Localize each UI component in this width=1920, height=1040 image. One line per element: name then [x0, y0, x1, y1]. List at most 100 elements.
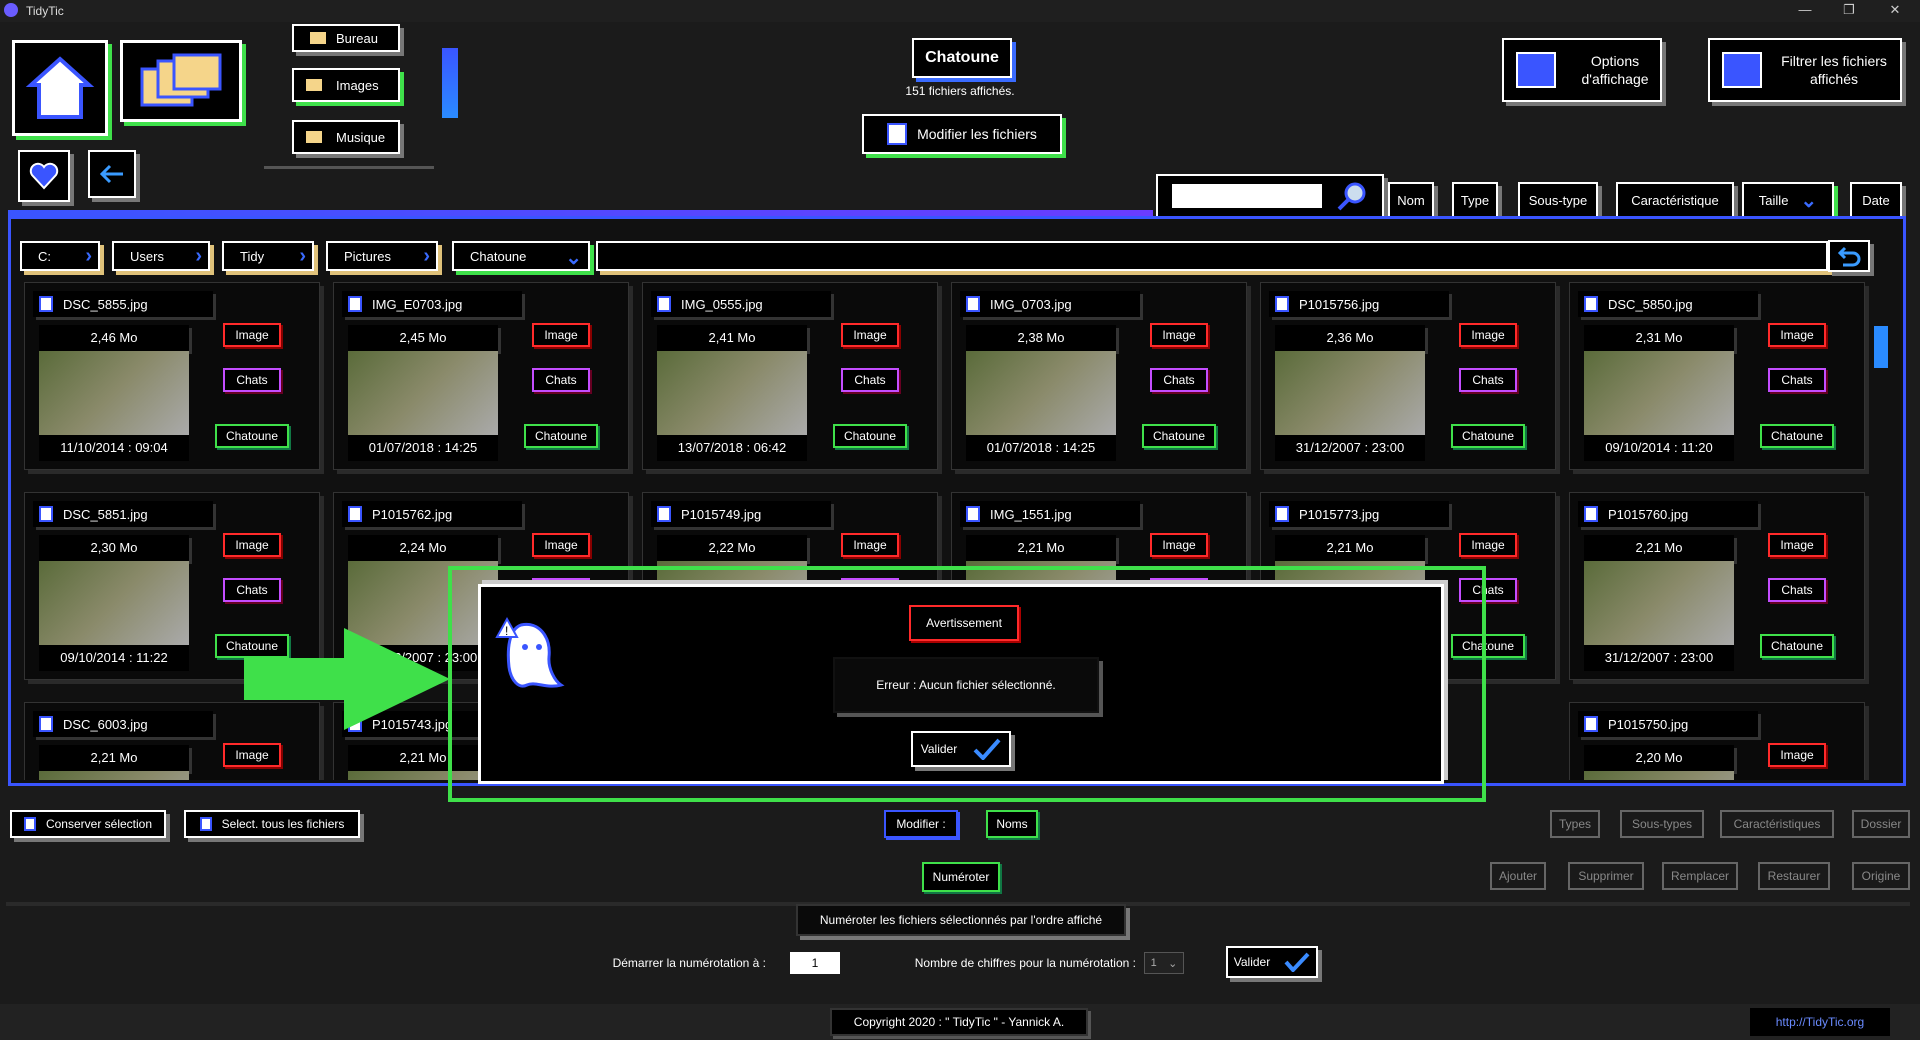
add-button[interactable]: Ajouter: [1490, 862, 1546, 890]
tag-image[interactable]: Image: [1768, 743, 1826, 767]
file-card[interactable]: IMG_0703.jpg 2,38 Mo 01/07/2018 : 14:25 Ima…: [951, 282, 1247, 470]
start-numbering-input[interactable]: 1: [790, 952, 840, 974]
folders-icon: [140, 53, 222, 107]
modify-names-button[interactable]: Noms: [986, 810, 1038, 838]
breadcrumb-item-pictures[interactable]: Pictures ›: [326, 241, 438, 271]
tag-chatoune[interactable]: Chatoune: [1760, 634, 1834, 658]
filter-files-button[interactable]: Filtrer les fichiers affichés: [1708, 38, 1902, 102]
tag-image[interactable]: Image: [841, 323, 899, 347]
file-name-label: IMG_E0703.jpg: [372, 296, 463, 312]
undo-button[interactable]: [1828, 240, 1870, 272]
website-link[interactable]: http://TidyTic.org: [1750, 1008, 1890, 1036]
tag-chats[interactable]: Chats: [223, 368, 281, 392]
tag-chatoune[interactable]: Chatoune: [215, 424, 289, 448]
minimize-button[interactable]: —: [1790, 2, 1820, 17]
tag-image[interactable]: Image: [532, 323, 590, 347]
sort-type-button[interactable]: Type: [1452, 182, 1498, 218]
folders-button[interactable]: [120, 40, 242, 122]
tag-chats[interactable]: Chats: [1768, 368, 1826, 392]
tag-chatoune[interactable]: Chatoune: [1142, 424, 1216, 448]
tag-image[interactable]: Image: [1150, 323, 1208, 347]
tag-image[interactable]: Image: [1459, 323, 1517, 347]
validate-numbering-button[interactable]: Valider: [1226, 946, 1318, 978]
file-card[interactable]: P1015750.jpg2,20 MoImageChatsChatoune: [1569, 702, 1865, 780]
breadcrumb-item-c[interactable]: C: ›: [20, 241, 100, 271]
shortcut-bureau[interactable]: Bureau: [292, 24, 400, 52]
tag-chatoune[interactable]: Chatoune: [1451, 424, 1525, 448]
modify-folder-button[interactable]: Dossier: [1852, 810, 1910, 838]
tag-image[interactable]: Image: [223, 533, 281, 557]
tag-image[interactable]: Image: [1768, 533, 1826, 557]
file-thumbnail: [348, 351, 498, 435]
replace-button[interactable]: Remplacer: [1662, 862, 1738, 890]
shortcut-musique[interactable]: Musique: [292, 120, 400, 154]
tag-chats[interactable]: Chats: [223, 578, 281, 602]
number-button[interactable]: Numéroter: [922, 862, 1000, 892]
breadcrumb-item-chatoune[interactable]: Chatoune ⌄: [452, 241, 590, 271]
modify-files-label: Modifier les fichiers: [917, 126, 1037, 142]
tag-chats[interactable]: Chats: [1459, 368, 1517, 392]
display-options-button[interactable]: Options d'affichage: [1502, 38, 1662, 102]
origin-button[interactable]: Origine: [1852, 862, 1910, 890]
shortcuts-scrollbar[interactable]: [442, 48, 458, 118]
modify-types-button[interactable]: Types: [1550, 810, 1600, 838]
file-card[interactable]: DSC_5855.jpg 2,46 Mo 11/10/2014 : 09:04 Ima…: [24, 282, 320, 470]
tag-image[interactable]: Image: [841, 533, 899, 557]
warning-dialog: ! Avertissement Erreur : Aucun fichier s…: [478, 584, 1444, 784]
dialog-ok-button[interactable]: Valider: [911, 731, 1011, 767]
tag-image[interactable]: Image: [1150, 533, 1208, 557]
close-button[interactable]: ✕: [1880, 2, 1910, 18]
file-size: 2,36 Mo: [1275, 325, 1425, 351]
back-button[interactable]: [88, 150, 136, 198]
search-input[interactable]: [1172, 184, 1322, 208]
file-date: 31/12/2007 : 23:00: [1584, 645, 1734, 671]
files-scrollbar[interactable]: [1874, 326, 1888, 368]
tag-chatoune[interactable]: Chatoune: [1760, 424, 1834, 448]
tag-image[interactable]: Image: [223, 743, 281, 767]
file-card[interactable]: IMG_0555.jpg 2,41 Mo 13/07/2018 : 06:42 Ima…: [642, 282, 938, 470]
tag-image[interactable]: Image: [1459, 533, 1517, 557]
breadcrumb-item-users[interactable]: Users ›: [112, 241, 210, 271]
tag-image[interactable]: Image: [532, 533, 590, 557]
file-card[interactable]: IMG_E0703.jpg 2,45 Mo 01/07/2018 : 14:25 Im…: [333, 282, 629, 470]
digits-value: 1: [1150, 957, 1157, 969]
dialog-ok-label: Valider: [920, 742, 958, 756]
file-name: P1015756.jpg: [1269, 291, 1449, 317]
restore-button[interactable]: Restaurer: [1758, 862, 1830, 890]
digits-select[interactable]: 1 ⌄: [1144, 952, 1184, 974]
file-card[interactable]: DSC_5850.jpg 2,31 Mo 09/10/2014 : 11:20 Ima…: [1569, 282, 1865, 470]
shortcuts-divider: [264, 166, 434, 169]
favorites-button[interactable]: [18, 150, 70, 202]
chevron-right-icon: ›: [299, 245, 306, 267]
file-name: P1015773.jpg: [1269, 501, 1449, 527]
tag-image[interactable]: Image: [1768, 323, 1826, 347]
tag-image[interactable]: Image: [223, 323, 281, 347]
sort-sous-type-button[interactable]: Sous-type: [1518, 182, 1598, 218]
search-icon[interactable]: [1336, 180, 1368, 212]
modify-files-button[interactable]: Modifier les fichiers: [862, 114, 1062, 154]
tag-chats[interactable]: Chats: [1768, 578, 1826, 602]
shortcut-images[interactable]: Images: [292, 68, 400, 102]
sort-caracteristique-button[interactable]: Caractéristique: [1616, 182, 1734, 218]
tag-chats[interactable]: Chats: [532, 368, 590, 392]
file-card[interactable]: P1015756.jpg 2,36 Mo 31/12/2007 : 23:00 Ima…: [1260, 282, 1556, 470]
file-thumbnail: [39, 351, 189, 435]
tag-chats[interactable]: Chats: [1150, 368, 1208, 392]
sort-date-button[interactable]: Date: [1850, 182, 1902, 218]
modify-characteristics-button[interactable]: Caractéristiques: [1720, 810, 1834, 838]
tag-chatoune[interactable]: Chatoune: [524, 424, 598, 448]
file-card[interactable]: P1015760.jpg 2,21 Mo 31/12/2007 : 23:00 Ima…: [1569, 492, 1865, 680]
tag-chatoune[interactable]: Chatoune: [833, 424, 907, 448]
maximize-button[interactable]: ❐: [1834, 2, 1864, 18]
select-all-button[interactable]: Select. tous les fichiers: [184, 810, 360, 838]
delete-button[interactable]: Supprimer: [1568, 862, 1644, 890]
breadcrumb-item-tidy[interactable]: Tidy ›: [222, 241, 314, 271]
modify-subtypes-button[interactable]: Sous-types: [1620, 810, 1704, 838]
keep-selection-button[interactable]: Conserver sélection: [10, 810, 166, 838]
breadcrumb-label: Pictures: [344, 248, 391, 264]
file-icon: [657, 296, 671, 312]
tag-chats[interactable]: Chats: [841, 368, 899, 392]
sort-taille-button[interactable]: Taille ⌄: [1742, 182, 1834, 218]
home-button[interactable]: [12, 40, 108, 136]
sort-nom-button[interactable]: Nom: [1388, 182, 1434, 218]
